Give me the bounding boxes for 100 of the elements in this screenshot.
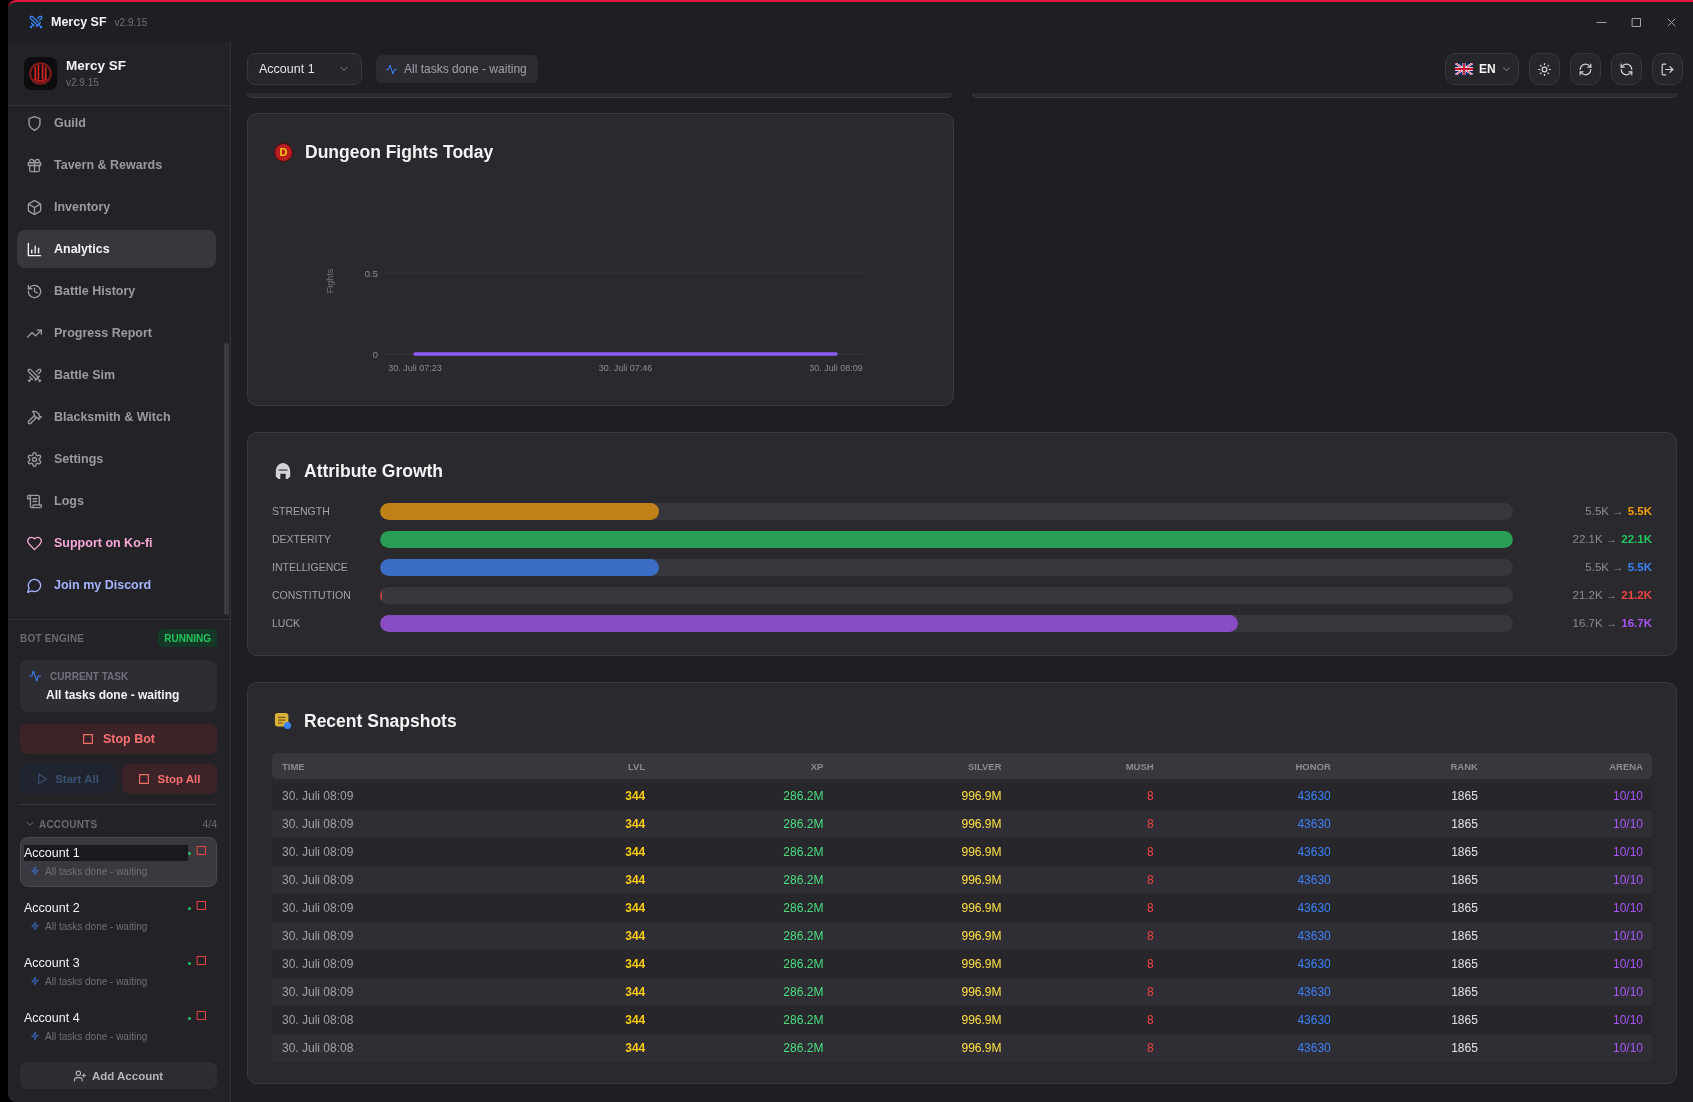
refresh-icon bbox=[1579, 62, 1592, 76]
scrollbar-thumb[interactable] bbox=[224, 343, 229, 615]
table-cell-text: 344 bbox=[624, 1041, 646, 1055]
nav-item[interactable]: Battle Sim bbox=[17, 356, 216, 394]
rotate-icon bbox=[1620, 62, 1633, 76]
table-cell-text: 344 bbox=[624, 985, 646, 999]
refresh-button[interactable] bbox=[1570, 53, 1601, 85]
table-cell-text: 344 bbox=[624, 845, 646, 859]
nav-item[interactable]: Tavern & Rewards bbox=[17, 146, 216, 184]
table-cell-text: 10/10 bbox=[1611, 985, 1643, 999]
account-name: Account 3 bbox=[24, 955, 80, 971]
table-cell-text: 10/10 bbox=[1611, 1041, 1643, 1055]
nav-item[interactable]: Guild bbox=[17, 106, 216, 142]
stop-icon[interactable] bbox=[196, 955, 207, 966]
old-value: 16.7K → bbox=[1572, 617, 1618, 629]
nav-item[interactable]: Settings bbox=[17, 440, 216, 478]
table-cell-text: 10/10 bbox=[1611, 901, 1643, 915]
account-status: All tasks done - waiting bbox=[45, 920, 148, 932]
table-cell-text: 996.9M bbox=[960, 901, 1002, 915]
x-axis-label: 30. Juli 08:09 bbox=[809, 363, 863, 373]
maximize-icon[interactable] bbox=[1631, 16, 1642, 28]
stop-icon[interactable] bbox=[196, 900, 207, 911]
stop-bot-button[interactable]: Stop Bot bbox=[20, 724, 217, 754]
table-cell-text: 996.9M bbox=[960, 1013, 1002, 1027]
flag-icon bbox=[1455, 63, 1473, 75]
language-button[interactable]: EN bbox=[1445, 53, 1519, 85]
table-cell-text: 43630 bbox=[1296, 1013, 1331, 1027]
new-value: 21.2K bbox=[1621, 589, 1652, 601]
hammer-icon bbox=[27, 409, 42, 425]
gift-icon bbox=[27, 157, 42, 173]
new-value: 5.5K bbox=[1627, 505, 1652, 517]
app-version: v2.9.15 bbox=[66, 77, 100, 89]
dungeon-badge-icon: D bbox=[274, 142, 293, 162]
table-cell-text: 1865 bbox=[1450, 789, 1478, 803]
table-cell-text: 286.2M bbox=[782, 873, 824, 887]
window-title: Mercy SF bbox=[51, 15, 107, 29]
attribute-label: LUCK bbox=[272, 617, 301, 629]
add-account-button[interactable]: Add Account bbox=[20, 1062, 217, 1089]
nav-item[interactable]: Blacksmith & Witch bbox=[17, 398, 216, 436]
note-icon bbox=[274, 712, 292, 730]
table-cell-text: 43630 bbox=[1296, 957, 1331, 971]
nav-item[interactable]: Inventory bbox=[17, 188, 216, 226]
card-title: Dungeon Fights Today bbox=[305, 141, 494, 163]
table-cell-text: 30. Juli 08:08 bbox=[282, 1013, 355, 1027]
table-cell-text: 8 bbox=[1145, 901, 1154, 915]
theme-toggle-button[interactable] bbox=[1529, 53, 1560, 85]
table-cell-text: 286.2M bbox=[782, 901, 824, 915]
account-count: 4/4 bbox=[202, 818, 217, 830]
account-name: Account 1 bbox=[24, 845, 188, 861]
old-value: 22.1K → bbox=[1572, 533, 1618, 545]
nav-item[interactable]: Analytics bbox=[17, 230, 216, 268]
table-cell-text: 10/10 bbox=[1611, 845, 1643, 859]
nav-item[interactable]: Logs bbox=[17, 482, 216, 520]
table-cell-text: 30. Juli 08:09 bbox=[282, 817, 355, 831]
attribute-label: DEXTERITY bbox=[272, 533, 332, 545]
table-cell-text: 344 bbox=[624, 1013, 646, 1027]
table-cell-text: 30. Juli 08:09 bbox=[282, 873, 355, 887]
add-user-icon bbox=[73, 1069, 86, 1082]
play-icon bbox=[36, 773, 49, 785]
table-cell-text: 344 bbox=[624, 873, 646, 887]
account-name: Account 2 bbox=[24, 900, 80, 916]
table-cell-text: 8 bbox=[1145, 957, 1154, 971]
app-logo-icon bbox=[24, 57, 57, 90]
stop-icon[interactable] bbox=[196, 1010, 207, 1021]
table-cell-text: 286.2M bbox=[782, 1013, 824, 1027]
section-label: BOT ENGINE bbox=[20, 632, 85, 644]
sync-button[interactable] bbox=[1611, 53, 1642, 85]
table-cell-text: 996.9M bbox=[960, 873, 1002, 887]
stop-all-button[interactable]: Stop All bbox=[122, 764, 217, 794]
account-dropdown[interactable]: Account 1 bbox=[247, 53, 362, 85]
table-cell-text: 8 bbox=[1145, 985, 1154, 999]
status-badge: RUNNING bbox=[158, 629, 217, 647]
nav-item[interactable]: Battle History bbox=[17, 272, 216, 310]
lightning-icon bbox=[31, 866, 39, 876]
table-cell-text: 1865 bbox=[1450, 845, 1478, 859]
nav-item[interactable]: Progress Report bbox=[17, 314, 216, 352]
chevron-down-icon bbox=[1501, 64, 1511, 74]
link-item[interactable]: Support on Ko-fi bbox=[17, 524, 216, 562]
stop-icon[interactable] bbox=[196, 845, 207, 856]
card-title: Recent Snapshots bbox=[304, 710, 457, 732]
column-header: RANK bbox=[1449, 760, 1478, 772]
table-cell-text: 286.2M bbox=[782, 845, 824, 859]
table-cell-text: 30. Juli 08:09 bbox=[282, 985, 355, 999]
logout-button[interactable] bbox=[1652, 53, 1683, 85]
close-icon[interactable] bbox=[1666, 16, 1677, 28]
table-cell-text: 8 bbox=[1145, 845, 1154, 859]
link-item[interactable]: Join my Discord bbox=[17, 566, 216, 604]
column-header: XP bbox=[809, 760, 824, 772]
lightning-icon bbox=[31, 1031, 39, 1041]
table-cell-text: 1865 bbox=[1450, 985, 1478, 999]
table-cell-text: 344 bbox=[624, 929, 646, 943]
y-axis-label: 0 bbox=[372, 348, 378, 360]
pulse-icon bbox=[386, 63, 397, 75]
table-cell-text: 996.9M bbox=[960, 985, 1002, 999]
status-text: All tasks done - waiting bbox=[404, 62, 527, 76]
bar-chart-icon bbox=[27, 241, 42, 257]
new-value: 22.1K bbox=[1621, 533, 1652, 545]
old-value: 5.5K → bbox=[1585, 505, 1624, 517]
table-cell-text: 43630 bbox=[1296, 817, 1331, 831]
table-cell-text: 30. Juli 08:08 bbox=[282, 1041, 355, 1055]
